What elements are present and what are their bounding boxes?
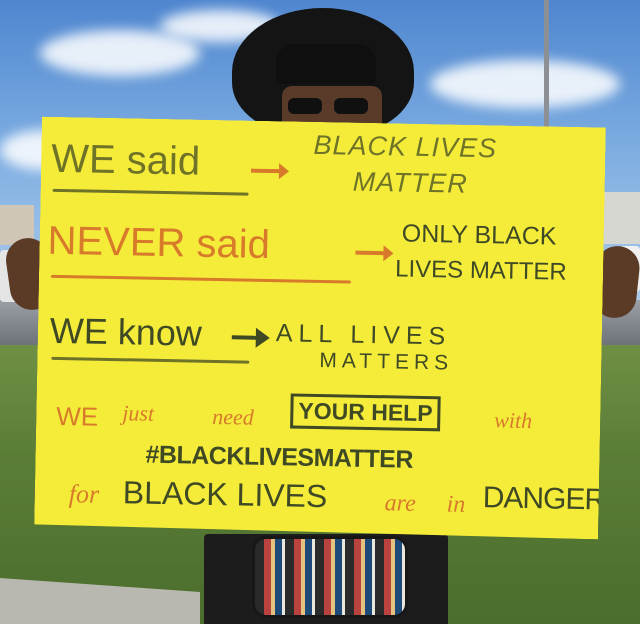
underline (51, 357, 249, 364)
sign-line5-hashtag: #BLACKLIVESMATTER (145, 440, 414, 474)
sign-line4-need: need (212, 403, 255, 430)
sign-line3-right-2: MATTERS (319, 348, 454, 375)
sign-line4-with: with (494, 407, 533, 434)
arrow-icon (249, 161, 289, 182)
sign-line6-are: are (384, 490, 417, 517)
sign-line1-left: WE said (50, 136, 201, 184)
light-pole (544, 0, 549, 140)
sunglasses (288, 98, 376, 114)
sign-line1-right-2: MATTER (352, 166, 469, 199)
person-cap (276, 44, 376, 84)
sign-line2-right-2: LIVES MATTER (394, 255, 567, 286)
underline (51, 275, 351, 284)
fanny-pack (252, 536, 408, 618)
sign-line1-right-1: BLACK LIVES (313, 129, 498, 164)
sign-line4-help: YOUR HELP (298, 397, 433, 427)
sign-line6-black-lives: BLACK LIVES (122, 474, 328, 515)
sign-line4-we: WE (55, 400, 99, 432)
building (600, 192, 640, 244)
sign-line4-just: just (122, 400, 155, 426)
arrow-icon (230, 326, 272, 349)
photo-scene: WE said BLACK LIVES MATTER NEVER said ON… (0, 0, 640, 624)
underline (53, 189, 249, 196)
sign-line3-left: WE know (49, 309, 203, 354)
sign-line6-in: in (446, 491, 466, 518)
sign-line3-right-1: ALL LIVES (275, 319, 452, 351)
cloud (430, 60, 620, 108)
sign-line2-left: NEVER said (47, 218, 271, 268)
arrow-icon (353, 243, 393, 264)
sign-line6-for: for (68, 479, 100, 509)
sign-line2-right-1: ONLY BLACK (401, 219, 557, 251)
protest-sign: WE said BLACK LIVES MATTER NEVER said ON… (34, 117, 606, 540)
sign-line6-danger: DANGER (482, 481, 606, 517)
your-help-box: YOUR HELP (290, 393, 441, 431)
